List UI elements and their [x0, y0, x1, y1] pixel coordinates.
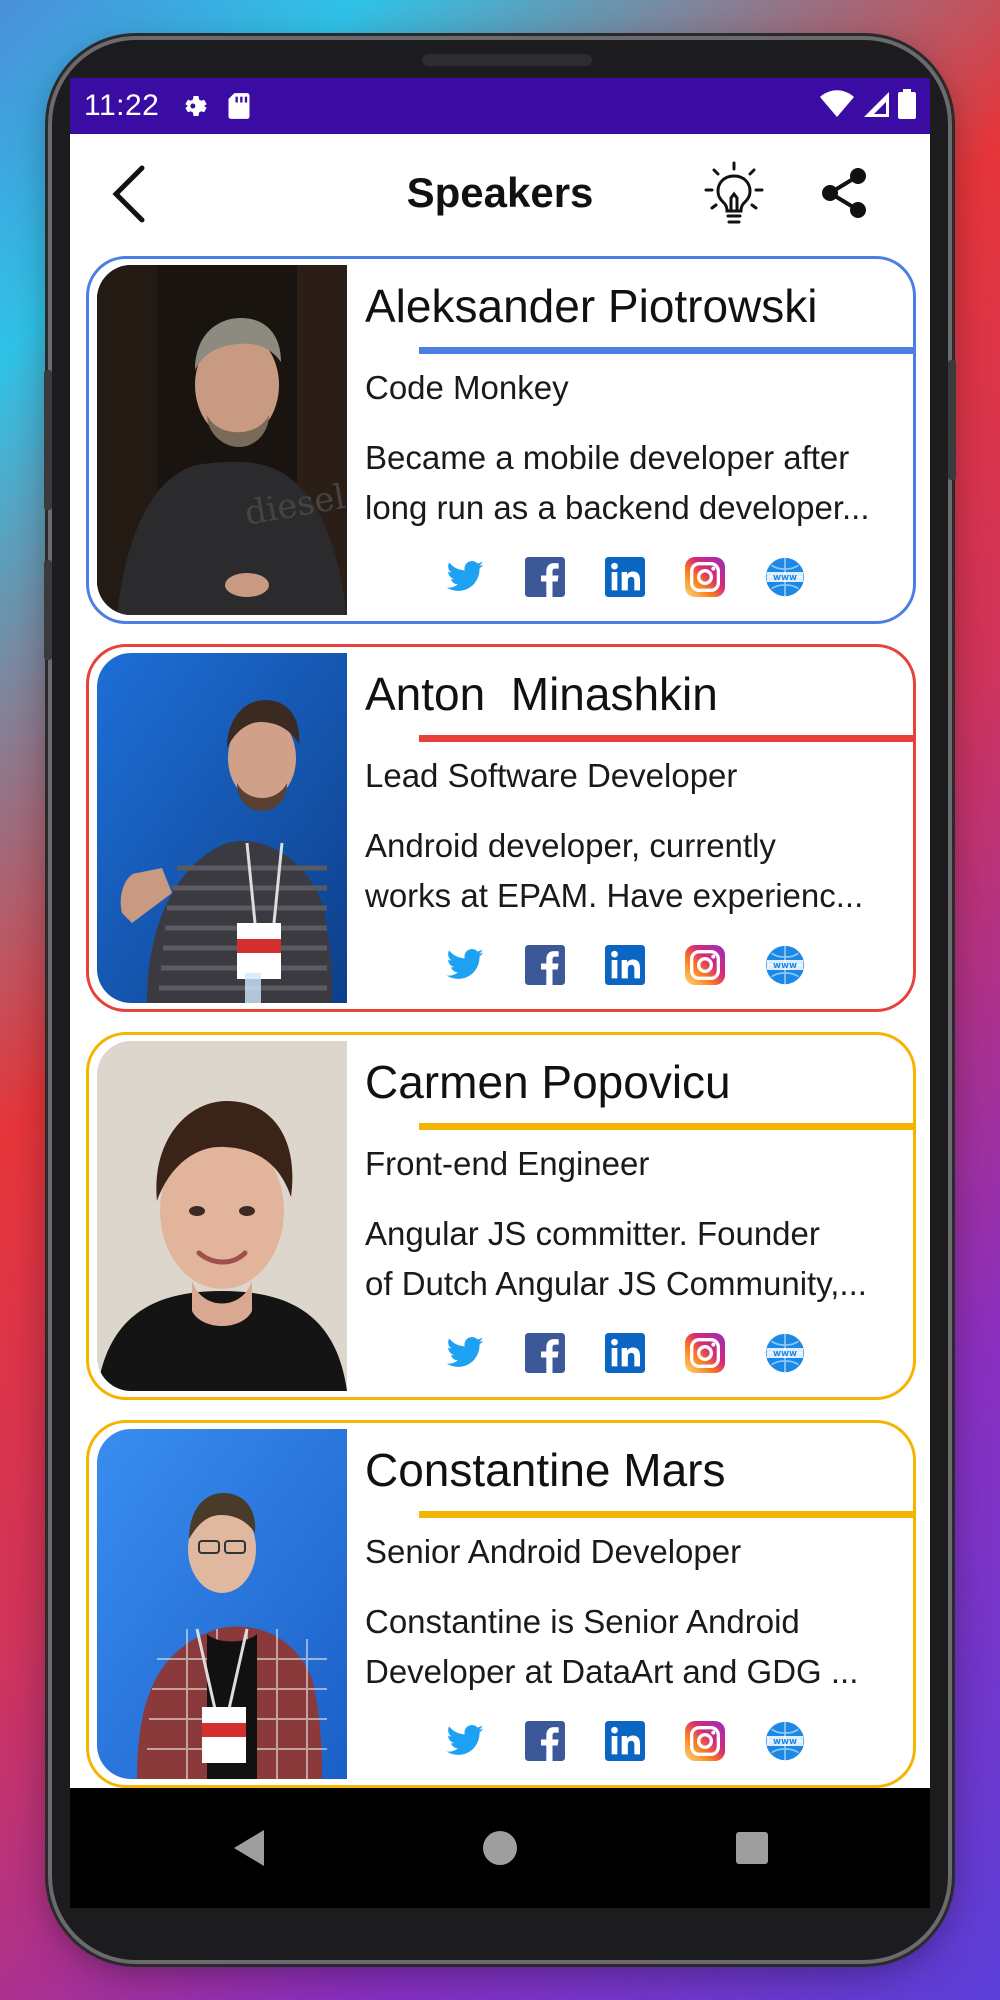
power-button	[44, 560, 52, 660]
speaker-card[interactable]: diesel Aleksander Piotrowski Code Monkey…	[86, 256, 916, 624]
speaker-name: Anton Minashkin	[365, 668, 718, 720]
facebook-icon[interactable]	[525, 557, 565, 597]
sd-card-icon	[227, 92, 251, 120]
speaker-bio: Android developer, currently works at EP…	[365, 821, 905, 921]
social-links: www	[445, 945, 805, 985]
speaker-name: Carmen Popovicu	[365, 1056, 731, 1108]
twitter-icon[interactable]	[445, 945, 485, 985]
linkedin-icon[interactable]	[605, 1333, 645, 1373]
back-button[interactable]	[108, 164, 152, 224]
linkedin-icon[interactable]	[605, 557, 645, 597]
linkedin-icon[interactable]	[605, 945, 645, 985]
social-links: www	[445, 1721, 805, 1761]
facebook-icon[interactable]	[525, 1721, 565, 1761]
side-button-right	[948, 360, 956, 480]
speaker-card[interactable]: Carmen Popovicu Front-end Engineer Angul…	[86, 1032, 916, 1400]
speaker-photo: diesel	[97, 265, 347, 615]
cell-signal-icon	[862, 90, 890, 122]
bio-line: Constantine is Senior Android	[365, 1603, 800, 1640]
svg-text:www: www	[773, 573, 797, 583]
instagram-icon[interactable]	[685, 1721, 725, 1761]
bio-line: works at EPAM. Have experienc...	[365, 877, 864, 914]
chevron-left-icon	[112, 165, 145, 223]
system-navigation-bar	[70, 1788, 930, 1908]
share-button[interactable]	[820, 166, 870, 220]
bio-line: long run as a backend developer...	[365, 489, 870, 526]
speaker-role: Lead Software Developer	[365, 757, 738, 794]
accent-underline	[419, 1511, 913, 1518]
website-icon[interactable]: www	[765, 1721, 805, 1761]
twitter-icon[interactable]	[445, 557, 485, 597]
linkedin-icon[interactable]	[605, 1721, 645, 1761]
earpiece-slot	[422, 54, 592, 66]
nav-home-icon	[483, 1831, 517, 1865]
share-icon	[822, 168, 866, 218]
speaker-role: Senior Android Developer	[365, 1533, 742, 1570]
instagram-icon[interactable]	[685, 1333, 725, 1373]
svg-text:www: www	[773, 1349, 797, 1359]
website-icon[interactable]: www	[765, 1333, 805, 1373]
bio-line: of Dutch Angular JS Community,...	[365, 1265, 867, 1302]
speaker-list: diesel Aleksander Piotrowski Code Monkey…	[86, 256, 916, 1788]
page-title: Speakers	[406, 169, 594, 216]
top-app-bar: Speakers	[70, 134, 930, 252]
twitter-icon[interactable]	[445, 1333, 485, 1373]
bio-line: Developer at DataArt and GDG ...	[365, 1653, 859, 1690]
wifi-icon	[820, 90, 854, 122]
nav-back-button[interactable]	[230, 1828, 270, 1872]
speaker-card[interactable]: Constantine Mars Senior Android Develope…	[86, 1420, 916, 1788]
speaker-bio: Constantine is Senior Android Developer …	[365, 1597, 905, 1697]
speaker-photo	[97, 1429, 347, 1779]
bio-line: Became a mobile developer after	[365, 439, 850, 476]
bio-line: Angular JS committer. Founder	[365, 1215, 820, 1252]
svg-text:www: www	[773, 1737, 797, 1747]
website-icon[interactable]: www	[765, 945, 805, 985]
volume-button	[44, 370, 52, 510]
status-bar: 11:22	[70, 78, 930, 134]
app-screen: 11:22 Speakers diesel Aleksander Piotrow…	[70, 78, 930, 1788]
website-icon[interactable]: www	[765, 557, 805, 597]
speaker-photo	[97, 653, 347, 1003]
instagram-icon[interactable]	[685, 945, 725, 985]
speaker-bio: Angular JS committer. Founder of Dutch A…	[365, 1209, 905, 1309]
accent-underline	[419, 735, 913, 742]
status-time: 11:22	[84, 89, 160, 122]
facebook-icon[interactable]	[525, 1333, 565, 1373]
settings-gear-icon	[181, 91, 211, 121]
instagram-icon[interactable]	[685, 557, 725, 597]
accent-underline	[419, 347, 913, 354]
bio-line: Android developer, currently	[365, 827, 776, 864]
speaker-role: Code Monkey	[365, 369, 569, 406]
nav-home-button[interactable]	[480, 1828, 520, 1872]
social-links: www	[445, 1333, 805, 1373]
twitter-icon[interactable]	[445, 1721, 485, 1761]
status-right-icons	[820, 89, 916, 123]
theme-toggle-button[interactable]	[702, 160, 766, 228]
accent-underline	[419, 1123, 913, 1130]
speaker-photo	[97, 1041, 347, 1391]
facebook-icon[interactable]	[525, 945, 565, 985]
speaker-name: Aleksander Piotrowski	[365, 280, 818, 332]
battery-icon	[898, 89, 916, 123]
lightbulb-icon	[704, 161, 764, 224]
speaker-role: Front-end Engineer	[365, 1145, 650, 1182]
speaker-name: Constantine Mars	[365, 1444, 726, 1496]
nav-back-icon	[234, 1830, 264, 1866]
nav-recents-button[interactable]	[734, 1830, 770, 1870]
nav-recents-icon	[736, 1832, 768, 1864]
speaker-card[interactable]: Anton Minashkin Lead Software Developer …	[86, 644, 916, 1012]
speaker-bio: Became a mobile developer after long run…	[365, 433, 905, 533]
svg-text:www: www	[773, 961, 797, 971]
social-links: www	[445, 557, 805, 597]
